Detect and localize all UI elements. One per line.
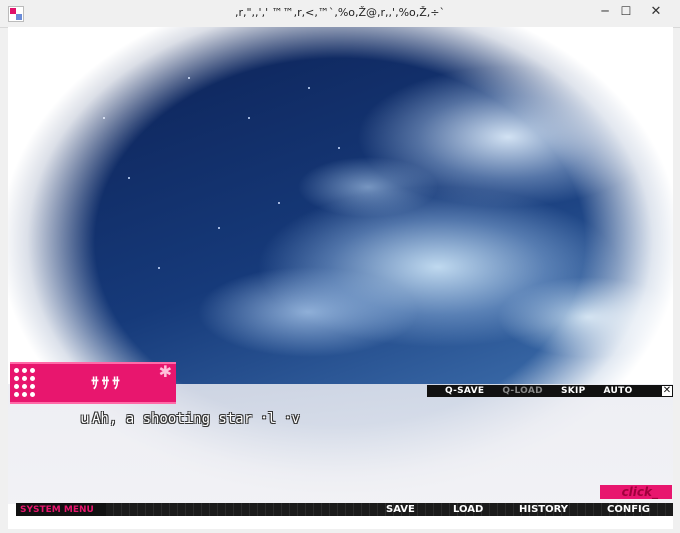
app-icon <box>8 6 24 22</box>
history-button[interactable]: HISTORY <box>519 503 568 516</box>
quick-menu-bar: Q-SAVE Q-LOAD SKIP AUTO ✕ <box>427 385 673 397</box>
config-button[interactable]: CONFIG <box>607 503 650 516</box>
system-menu-bar: SYSTEM MENU SAVE LOAD HISTORY CONFIG <box>16 503 673 516</box>
speaker-name: ｻｻｻ <box>91 374 123 392</box>
speaker-nameplate: ｻｻｻ ✱ <box>10 362 176 404</box>
dot-pattern-icon <box>14 368 36 398</box>
window-titlebar[interactable]: ,r,",,',' ™™,r,<,™`,%o,Ž@,r,,',%o,Ž,÷` ─… <box>0 0 680 28</box>
close-button[interactable]: ✕ <box>637 0 675 22</box>
game-viewport[interactable]: ｕAh, a shooting star ･l ･v ｻｻｻ ✱ Q-SAVE … <box>8 27 673 529</box>
dialogue-text: ｕAh, a shooting star ･l ･v <box>78 411 300 427</box>
auto-button[interactable]: AUTO <box>604 386 633 396</box>
load-button[interactable]: LOAD <box>453 503 483 516</box>
hide-window-button[interactable]: ✕ <box>661 385 673 397</box>
click-indicator: click_ <box>600 485 672 499</box>
q-load-button[interactable]: Q-LOAD <box>502 386 543 396</box>
q-save-button[interactable]: Q-SAVE <box>445 386 484 396</box>
window-title: ,r,",,',' ™™,r,<,™`,%o,Ž@,r,,',%o,Ž,÷` <box>234 6 445 19</box>
system-menu-label[interactable]: SYSTEM MENU <box>20 505 94 515</box>
skip-button[interactable]: SKIP <box>561 386 586 396</box>
flower-icon: ✱ <box>158 362 172 381</box>
save-button[interactable]: SAVE <box>386 503 415 516</box>
